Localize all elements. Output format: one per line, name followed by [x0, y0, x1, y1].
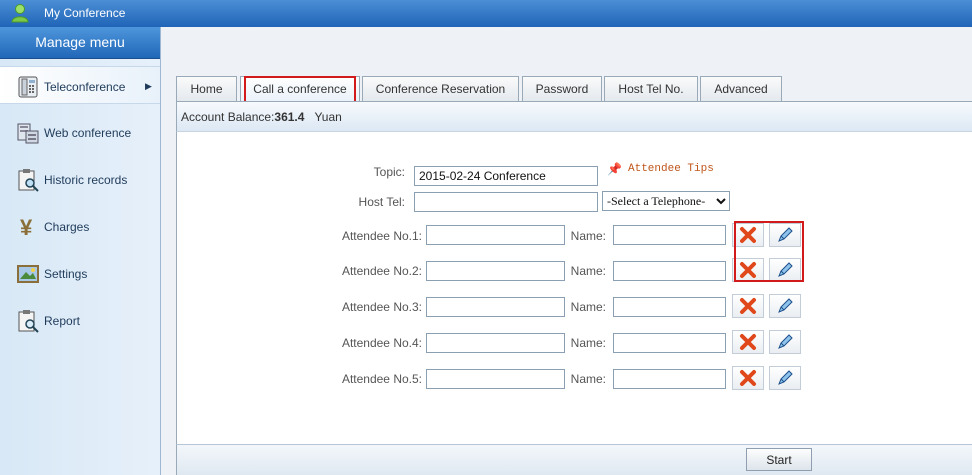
sidebar-item-web-conference[interactable]: Web conference: [0, 113, 160, 151]
svg-text:¥: ¥: [20, 215, 33, 239]
attendee-number-input-3[interactable]: [426, 297, 565, 317]
pen-icon: [778, 298, 793, 313]
attendee-name-input-4[interactable]: [613, 333, 726, 353]
name-label-2: Name:: [570, 264, 606, 278]
delete-x-icon: [740, 298, 756, 314]
delete-x-icon: [740, 227, 756, 243]
sidebar-item-label: Charges: [44, 220, 90, 234]
sidebar-item-teleconference[interactable]: Teleconference ▶: [0, 66, 160, 104]
edit-attendee-button-3[interactable]: [769, 294, 801, 318]
name-label-4: Name:: [570, 336, 606, 350]
main-content: Home Call a conference Conference Reserv…: [162, 27, 972, 475]
tab-host-tel-no[interactable]: Host Tel No.: [604, 76, 698, 101]
pen-icon: [778, 262, 793, 277]
attendee-name-input-5[interactable]: [613, 369, 726, 389]
settings-picture-icon: [17, 265, 39, 283]
delete-attendee-button-1[interactable]: [732, 223, 764, 247]
host-tel-input[interactable]: [414, 192, 598, 212]
topic-input[interactable]: [414, 166, 598, 186]
sidebar-item-label: Web conference: [44, 126, 132, 140]
delete-x-icon: [740, 370, 756, 386]
attendee-label-3: Attendee No.3:: [341, 300, 422, 314]
edit-attendee-button-5[interactable]: [769, 366, 801, 390]
attendee-name-input-1[interactable]: [613, 225, 726, 245]
attendee-label-4: Attendee No.4:: [341, 336, 422, 350]
telephone-icon: [18, 76, 38, 98]
tab-password[interactable]: Password: [522, 76, 602, 101]
name-label-1: Name:: [570, 229, 606, 243]
pen-icon: [778, 334, 793, 349]
delete-attendee-button-5[interactable]: [732, 366, 764, 390]
clipboard-search-icon: [18, 169, 39, 192]
delete-x-icon: [740, 334, 756, 350]
attendee-label-5: Attendee No.5:: [341, 372, 422, 386]
pen-icon: [778, 370, 793, 385]
tab-call-a-conference[interactable]: Call a conference: [240, 76, 360, 102]
form-footer: [176, 444, 972, 475]
attendee-number-input-2[interactable]: [426, 261, 565, 281]
title-bar: My Conference: [0, 0, 972, 27]
report-icon: [18, 310, 39, 333]
pin-icon: 📌: [607, 162, 622, 176]
sidebar-item-label: Historic records: [44, 173, 128, 187]
edit-attendee-button-1[interactable]: [769, 223, 801, 247]
sidebar-item-report[interactable]: Report: [0, 301, 160, 339]
balance-bar: Account Balance:361.4 Yuan: [176, 102, 972, 131]
delete-attendee-button-2[interactable]: [732, 258, 764, 282]
delete-x-icon: [740, 262, 756, 278]
sidebar: Manage menu Teleconference ▶ Web confere…: [0, 27, 161, 475]
name-label-3: Name:: [570, 300, 606, 314]
attendee-name-input-3[interactable]: [613, 297, 726, 317]
account-balance: Account Balance:361.4 Yuan: [181, 110, 342, 124]
sidebar-item-historic-records[interactable]: Historic records: [0, 160, 160, 198]
edit-attendee-button-4[interactable]: [769, 330, 801, 354]
delete-attendee-button-3[interactable]: [732, 294, 764, 318]
sidebar-item-settings[interactable]: Settings: [0, 254, 160, 292]
attendee-number-input-5[interactable]: [426, 369, 565, 389]
sidebar-item-label: Teleconference: [44, 80, 126, 94]
sidebar-item-label: Report: [44, 314, 81, 328]
chevron-right-icon: ▶: [145, 81, 152, 91]
edit-attendee-button-2[interactable]: [769, 258, 801, 282]
telephone-select[interactable]: -Select a Telephone-: [602, 191, 730, 211]
server-icon: [17, 123, 39, 144]
balance-unit: Yuan: [314, 110, 342, 124]
tab-home[interactable]: Home: [176, 76, 237, 101]
balance-value: 361.4: [274, 110, 305, 124]
sidebar-item-charges[interactable]: ¥ Charges: [0, 207, 160, 245]
topic-label: Topic:: [373, 165, 405, 179]
sidebar-item-label: Settings: [44, 267, 88, 281]
attendee-label-2: Attendee No.2:: [341, 264, 422, 278]
attendee-number-input-4[interactable]: [426, 333, 565, 353]
app-title: My Conference: [44, 6, 126, 20]
balance-label: Account Balance:: [181, 110, 275, 124]
host-tel-label: Host Tel:: [358, 195, 405, 209]
sidebar-header: Manage menu: [0, 27, 160, 59]
attendee-number-input-1[interactable]: [426, 225, 565, 245]
attendee-label-1: Attendee No.1:: [341, 229, 422, 243]
delete-attendee-button-4[interactable]: [732, 330, 764, 354]
attendee-tips-link[interactable]: Attendee Tips: [628, 163, 714, 175]
pen-icon: [778, 227, 793, 242]
start-button[interactable]: Start: [746, 448, 812, 471]
user-icon: [11, 4, 29, 23]
attendee-name-input-2[interactable]: [613, 261, 726, 281]
tab-conference-reservation[interactable]: Conference Reservation: [362, 76, 519, 101]
yen-icon: ¥: [20, 215, 33, 239]
tab-advanced[interactable]: Advanced: [700, 76, 782, 101]
name-label-5: Name:: [570, 372, 606, 386]
